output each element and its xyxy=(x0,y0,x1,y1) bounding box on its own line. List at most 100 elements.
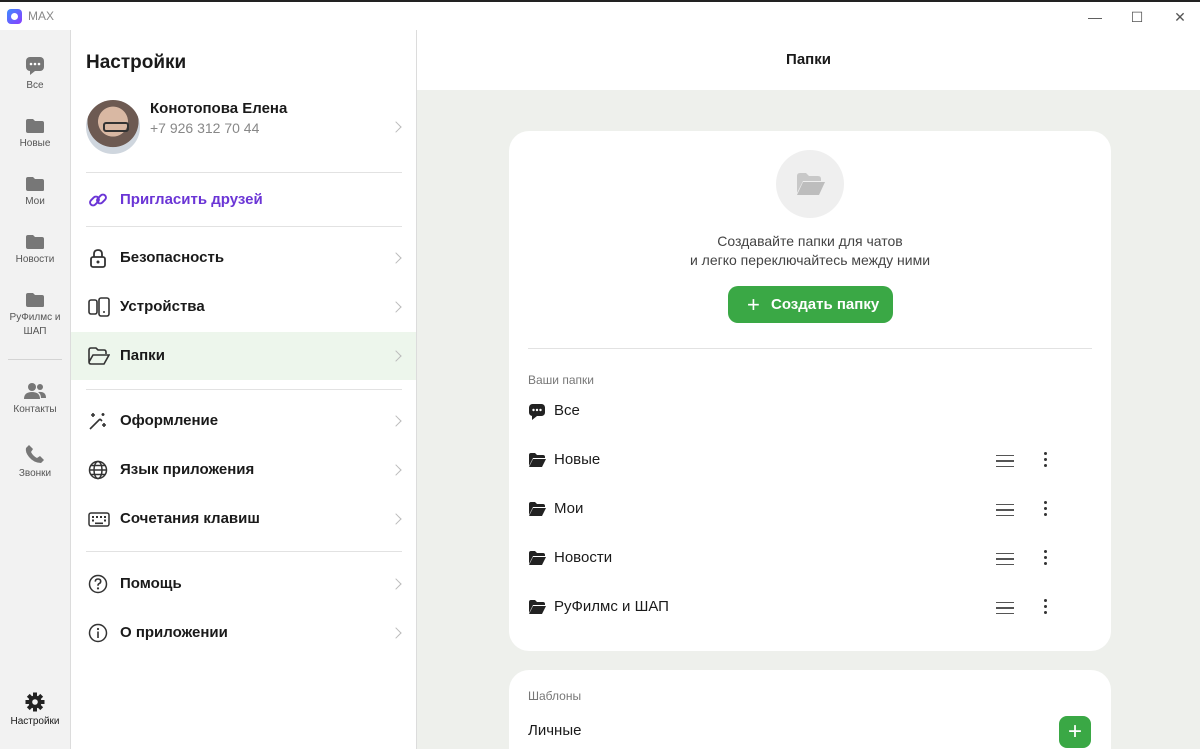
more-vertical-icon[interactable] xyxy=(1044,452,1048,468)
rail-item-calls[interactable]: Звонки xyxy=(0,444,70,481)
add-template-button[interactable]: + xyxy=(1059,716,1091,748)
chevron-right-icon xyxy=(390,627,402,639)
gear-icon xyxy=(25,692,45,712)
settings-item-help[interactable]: Помощь xyxy=(71,560,416,608)
rail-item-label: Новости xyxy=(15,254,55,265)
folder-name: Мои xyxy=(554,500,584,517)
chevron-right-icon xyxy=(390,252,402,264)
folder-row-rufilms[interactable]: РуФилмс и ШАП xyxy=(528,587,1092,627)
settings-item-language[interactable]: Язык приложения xyxy=(71,446,416,494)
templates-card: Шаблоны Личные + xyxy=(509,670,1111,749)
chat-bubble-icon xyxy=(26,57,44,75)
chat-bubble-icon xyxy=(529,404,545,420)
rail-item-label: Звонки xyxy=(18,468,52,479)
rail-item-label: Контакты xyxy=(13,404,57,415)
folder-open-icon xyxy=(88,347,110,365)
divider xyxy=(86,551,402,552)
divider xyxy=(528,348,1092,349)
settings-item-label: Язык приложения xyxy=(120,461,255,478)
plus-icon: + xyxy=(747,292,760,317)
app-logo-icon xyxy=(7,9,22,24)
maximize-button[interactable]: ☐ xyxy=(1117,6,1157,28)
divider xyxy=(86,389,402,390)
create-folder-button[interactable]: + Создать папку xyxy=(728,286,893,323)
chevron-right-icon xyxy=(390,513,402,525)
app-title: MAX xyxy=(28,9,55,23)
rail-item-label: Мои xyxy=(25,196,45,207)
profile-card[interactable]: Конотопова Елена +7 926 312 70 44 xyxy=(71,96,416,160)
chevron-right-icon xyxy=(390,464,402,476)
page-title: Папки xyxy=(417,30,1200,90)
folder-rail: Все Новые Мои Новости РуФилмс и ШАП Конт… xyxy=(0,30,71,749)
people-icon xyxy=(24,383,46,399)
divider xyxy=(86,172,402,173)
settings-item-folders[interactable]: Папки xyxy=(71,332,416,380)
rail-item-all[interactable]: Все xyxy=(0,56,70,93)
rail-item-label: РуФилмс и ШАП xyxy=(9,312,61,337)
title-bar: MAX — ☐ ✕ xyxy=(0,0,1200,30)
drag-handle-icon[interactable] xyxy=(996,602,1014,614)
settings-item-about[interactable]: О приложении xyxy=(71,609,416,657)
folder-icon xyxy=(26,293,44,307)
your-folders-title: Ваши папки xyxy=(528,373,594,387)
rail-item-rufilms[interactable]: РуФилмс и ШАП xyxy=(0,292,70,339)
chevron-right-icon xyxy=(390,301,402,313)
folder-icon xyxy=(26,119,44,133)
settings-item-label: Устройства xyxy=(120,298,205,315)
more-vertical-icon[interactable] xyxy=(1044,550,1048,566)
folder-open-icon xyxy=(797,173,825,195)
settings-item-label: Помощь xyxy=(120,575,182,592)
drag-handle-icon[interactable] xyxy=(996,455,1014,467)
phone-icon xyxy=(25,445,44,463)
devices-icon xyxy=(88,297,110,317)
rail-item-mine[interactable]: Мои xyxy=(0,176,70,209)
folder-icon xyxy=(529,551,546,565)
drag-handle-icon[interactable] xyxy=(996,553,1014,565)
folder-name: РуФилмс и ШАП xyxy=(554,598,669,615)
chevron-right-icon xyxy=(390,121,402,133)
rail-item-contacts[interactable]: Контакты xyxy=(0,382,70,417)
template-name[interactable]: Личные xyxy=(528,722,581,739)
folders-card: Создавайте папки для чатов и легко перек… xyxy=(509,131,1111,651)
drag-handle-icon[interactable] xyxy=(996,504,1014,516)
magic-wand-icon xyxy=(89,413,106,430)
folder-row-new[interactable]: Новые xyxy=(528,440,1092,480)
templates-title: Шаблоны xyxy=(528,689,582,703)
rail-item-new[interactable]: Новые xyxy=(0,118,70,151)
settings-item-label: Оформление xyxy=(120,412,219,429)
globe-icon xyxy=(88,460,108,480)
folder-name: Новые xyxy=(554,451,601,468)
chevron-right-icon xyxy=(390,350,402,362)
rail-item-settings[interactable]: Настройки xyxy=(0,692,70,729)
folders-page: Папки Создавайте папки для чатов и легко… xyxy=(417,30,1200,749)
folder-placeholder xyxy=(776,150,844,218)
settings-item-appearance[interactable]: Оформление xyxy=(71,397,416,445)
rail-item-news[interactable]: Новости xyxy=(0,234,70,267)
folder-icon xyxy=(529,453,546,467)
divider xyxy=(86,226,402,227)
folder-row-mine[interactable]: Мои xyxy=(528,489,1092,529)
folder-row-all[interactable]: Все xyxy=(528,391,1092,431)
folder-name: Новости xyxy=(554,549,613,566)
settings-item-devices[interactable]: Устройства xyxy=(71,283,416,331)
minimize-button[interactable]: — xyxy=(1075,6,1115,28)
help-icon xyxy=(88,574,108,594)
more-vertical-icon[interactable] xyxy=(1044,599,1048,615)
info-icon xyxy=(88,623,108,643)
settings-item-shortcuts[interactable]: Сочетания клавиш xyxy=(71,495,416,543)
settings-title: Настройки xyxy=(86,52,187,73)
empty-hint-line: и легко переключайтесь между ними xyxy=(689,252,931,268)
settings-panel: Настройки Конотопова Елена +7 926 312 70… xyxy=(71,30,417,749)
folder-row-news[interactable]: Новости xyxy=(528,538,1092,578)
folder-icon xyxy=(26,177,44,191)
rail-divider xyxy=(8,359,62,360)
close-button[interactable]: ✕ xyxy=(1160,6,1200,28)
keyboard-icon xyxy=(88,512,110,527)
folder-name: Все xyxy=(554,402,580,419)
chevron-right-icon xyxy=(390,415,402,427)
invite-friends-link[interactable]: Пригласить друзей xyxy=(71,176,416,224)
settings-item-security[interactable]: Безопасность xyxy=(71,234,416,282)
more-vertical-icon[interactable] xyxy=(1044,501,1048,517)
rail-item-label: Новые xyxy=(19,138,51,149)
profile-phone: +7 926 312 70 44 xyxy=(150,120,260,136)
